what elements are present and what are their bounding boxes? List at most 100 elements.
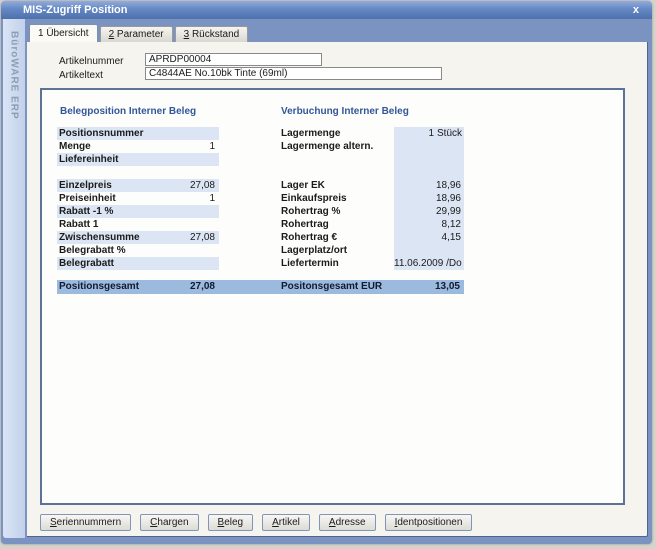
field-label: Belegrabatt %	[57, 244, 215, 257]
field-value: 18,96	[394, 192, 464, 205]
field-label: Einzelpreis	[57, 179, 190, 192]
field-value	[215, 166, 219, 179]
field-label: Preiseinheit	[57, 192, 209, 205]
footer-buttons: Seriennummern Chargen Beleg Artikel Adresse I…	[40, 514, 481, 531]
totals-band: Positionsgesamt 27,08 Positonsgesamt EUR…	[57, 280, 464, 294]
mis-window: MIS-Zugriff Position x BüroWARE ERP 1 Üb…	[1, 1, 652, 544]
field-label: Einkaufspreis	[281, 192, 394, 205]
identpositionen-button[interactable]: Identpositionen	[385, 514, 473, 531]
right-rows: Lagermenge1StückLagermenge altern.Lager …	[281, 127, 464, 270]
value-band: 4,15	[394, 231, 464, 244]
field-label: Lagermenge	[281, 127, 394, 140]
field-row: Rabatt -1 %	[57, 205, 219, 218]
value-band: 11.06.2009 /Do	[394, 257, 464, 270]
close-icon[interactable]: x	[630, 4, 642, 16]
value-band	[394, 153, 464, 166]
field-label: Liefertermin	[281, 257, 394, 270]
field-unit: Stück	[437, 127, 464, 140]
right-section-heading: Verbuchung Interner Beleg	[281, 106, 409, 117]
tab-1[interactable]: 1 Übersicht	[29, 24, 98, 42]
field-label: Lagerplatz/ort	[281, 244, 394, 257]
artikeltext-input[interactable]	[145, 67, 442, 80]
field-label: Rabatt 1	[57, 218, 215, 231]
artikeltext-label: Artikeltext	[59, 70, 103, 81]
chargen-button[interactable]: Chargen	[140, 514, 198, 531]
field-value: 27,08	[190, 231, 219, 244]
field-value	[215, 218, 219, 231]
value-band: 18,96	[394, 179, 464, 192]
field-row: Belegrabatt	[57, 257, 219, 270]
field-label: Rohertrag €	[281, 231, 394, 244]
field-value	[394, 140, 464, 153]
field-label: Lagermenge altern.	[281, 140, 394, 153]
field-value	[215, 127, 219, 140]
value-band: 29,99	[394, 205, 464, 218]
field-row: Einkaufspreis18,96	[281, 192, 464, 205]
field-row: Preiseinheit1	[57, 192, 219, 205]
field-row: Rohertrag8,12	[281, 218, 464, 231]
value-band	[394, 140, 464, 153]
titlebar[interactable]: MIS-Zugriff Position x	[1, 1, 652, 19]
adresse-button[interactable]: Adresse	[319, 514, 376, 531]
field-row: Belegrabatt %	[57, 244, 219, 257]
field-value: 1	[394, 127, 437, 140]
field-row	[281, 166, 464, 179]
field-row: Lagerplatz/ort	[281, 244, 464, 257]
field-label: Rohertrag %	[281, 205, 394, 218]
beleg-button[interactable]: Beleg	[208, 514, 254, 531]
value-band: 1Stück	[394, 127, 464, 140]
field-row: Lagermenge1Stück	[281, 127, 464, 140]
seriennummern-button[interactable]: Seriennummern	[40, 514, 131, 531]
field-row	[281, 153, 464, 166]
field-row: Rohertrag €4,15	[281, 231, 464, 244]
tab-3[interactable]: 3 Rückstand	[175, 26, 249, 42]
left-section-heading: Belegposition Interner Beleg	[60, 106, 196, 117]
field-label	[281, 166, 394, 179]
field-value: 4,15	[394, 231, 464, 244]
field-label: Zwischensumme	[57, 231, 190, 244]
field-label: Menge	[57, 140, 209, 153]
field-label: Rohertrag	[281, 218, 394, 231]
window-title: MIS-Zugriff Position	[23, 4, 630, 16]
brand-sidebar: BüroWARE ERP	[3, 19, 25, 538]
field-value: 29,99	[394, 205, 464, 218]
value-band	[394, 244, 464, 257]
field-value: 27,08	[190, 179, 219, 192]
tab-bar: 1 Übersicht2 Parameter3 Rückstand	[29, 25, 250, 42]
field-row: Zwischensumme27,08	[57, 231, 219, 244]
field-label: Belegrabatt	[57, 257, 215, 270]
field-value: 1	[209, 140, 219, 153]
field-value	[394, 244, 464, 257]
field-label: Liefereinheit	[57, 153, 215, 166]
field-value	[394, 153, 464, 166]
tab-2[interactable]: 2 Parameter	[100, 26, 173, 42]
left-rows: PositionsnummerMenge1LiefereinheitEinzel…	[57, 127, 219, 270]
field-value	[215, 153, 219, 166]
field-value: 8,12	[394, 218, 464, 231]
artikelnummer-label: Artikelnummer	[59, 56, 123, 67]
position-total-eur-value: 13,05	[435, 280, 460, 294]
artikelnummer-input[interactable]	[145, 53, 322, 66]
field-label	[281, 153, 394, 166]
field-label: Lager EK	[281, 179, 394, 192]
field-row	[57, 166, 219, 179]
value-band: 8,12	[394, 218, 464, 231]
field-label: Positionsnummer	[57, 127, 215, 140]
artikel-button[interactable]: Artikel	[262, 514, 310, 531]
content-area: Artikelnummer Artikeltext Belegposition …	[27, 42, 648, 537]
field-row: Lagermenge altern.	[281, 140, 464, 153]
field-value: 11.06.2009 /Do	[394, 257, 465, 270]
field-value: 1	[209, 192, 219, 205]
value-band: 18,96	[394, 192, 464, 205]
field-row: Rabatt 1	[57, 218, 219, 231]
field-value	[215, 257, 219, 270]
brand-label: BüroWARE ERP	[9, 31, 20, 120]
overview-panel: Belegposition Interner Beleg Verbuchung …	[40, 88, 625, 505]
field-row: Liefertermin11.06.2009 /Do	[281, 257, 464, 270]
field-value	[394, 166, 464, 179]
field-row: Menge1	[57, 140, 219, 153]
position-total-eur-label: Positonsgesamt EUR	[281, 280, 382, 294]
field-value: 18,96	[394, 179, 464, 192]
field-value	[215, 205, 219, 218]
value-band	[394, 166, 464, 179]
